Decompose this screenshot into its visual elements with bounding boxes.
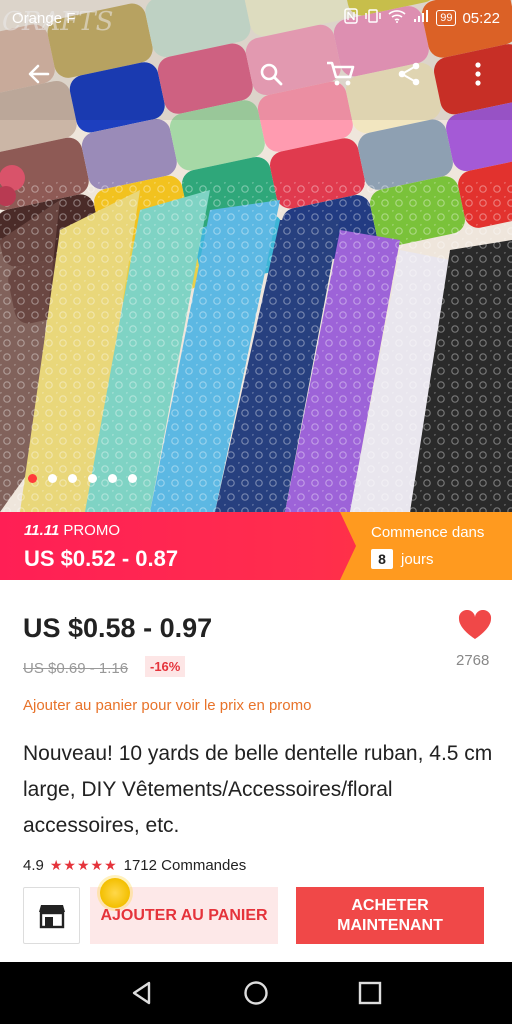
cart-icon <box>327 61 355 86</box>
buy-now-button[interactable]: ACHETER MAINTENANT <box>296 887 484 944</box>
more-button[interactable] <box>460 56 496 92</box>
wishlist-count: 2768 <box>456 652 490 669</box>
square-recents-icon <box>358 981 382 1005</box>
bottom-action-bar: AJOUTER AU PANIER ACHETER MAINTENANT <box>0 870 512 962</box>
nav-recents-button[interactable] <box>356 979 384 1007</box>
store-button[interactable] <box>23 887 80 944</box>
promo-countdown-panel <box>340 512 512 580</box>
system-nav-bar <box>0 962 512 1024</box>
heart-icon <box>458 609 492 639</box>
promo-days: 8 jours <box>371 549 434 569</box>
signal-icon <box>412 9 430 27</box>
search-button[interactable] <box>253 56 289 92</box>
carousel-dot[interactable] <box>68 474 77 483</box>
promo-note: Ajouter au panier pour voir le prix en p… <box>23 697 312 714</box>
promo-banner: 11.11 PROMO US $0.52 - 0.87 Commence dans… <box>0 512 512 580</box>
share-icon <box>398 62 420 86</box>
clock: 05:22 <box>462 9 500 27</box>
circle-home-icon <box>244 981 268 1005</box>
product-price: US $0.58 - 0.97 <box>23 613 213 643</box>
days-counter: 8 <box>371 549 393 569</box>
carrier-label: Orange F <box>12 9 76 27</box>
nfc-icon <box>344 8 358 28</box>
search-icon <box>260 63 283 86</box>
cart-button[interactable] <box>323 56 359 92</box>
touch-indicator <box>100 878 130 908</box>
product-title: Nouveau! 10 yards de belle dentelle ruba… <box>23 742 493 837</box>
back-button[interactable] <box>21 56 57 92</box>
carousel-dot[interactable] <box>128 474 137 483</box>
days-label: jours <box>401 550 434 568</box>
status-icons: 99 05:22 <box>344 8 500 28</box>
store-icon <box>38 904 65 928</box>
promo-tag: 11.11 PROMO <box>24 522 120 539</box>
carousel-dot[interactable] <box>48 474 57 483</box>
promo-starts-label: Commence dans <box>371 524 485 541</box>
carousel-dot[interactable] <box>88 474 97 483</box>
promo-event-label: 11.11 <box>24 522 60 539</box>
battery-indicator: 99 <box>436 10 457 26</box>
carousel-dot[interactable] <box>108 474 117 483</box>
nav-back-button[interactable] <box>128 979 156 1007</box>
promo-price: US $0.52 - 0.87 <box>24 546 179 571</box>
status-bar: Orange F 99 05:22 <box>0 0 512 36</box>
top-toolbar <box>0 50 512 98</box>
original-price: US $0.69 - 1.16 <box>23 660 129 677</box>
triangle-back-icon <box>132 981 151 1005</box>
nav-home-button[interactable] <box>242 979 270 1007</box>
carousel-dot[interactable] <box>28 474 37 483</box>
discount-badge: -16% <box>145 656 186 677</box>
promo-label: PROMO <box>63 522 120 539</box>
back-arrow-icon <box>28 64 50 84</box>
wishlist-button[interactable] <box>458 609 492 645</box>
carousel-indicator <box>28 474 137 483</box>
vibrate-icon <box>364 8 382 28</box>
more-vert-icon <box>475 62 481 86</box>
share-button[interactable] <box>391 56 427 92</box>
wifi-icon <box>388 9 406 27</box>
